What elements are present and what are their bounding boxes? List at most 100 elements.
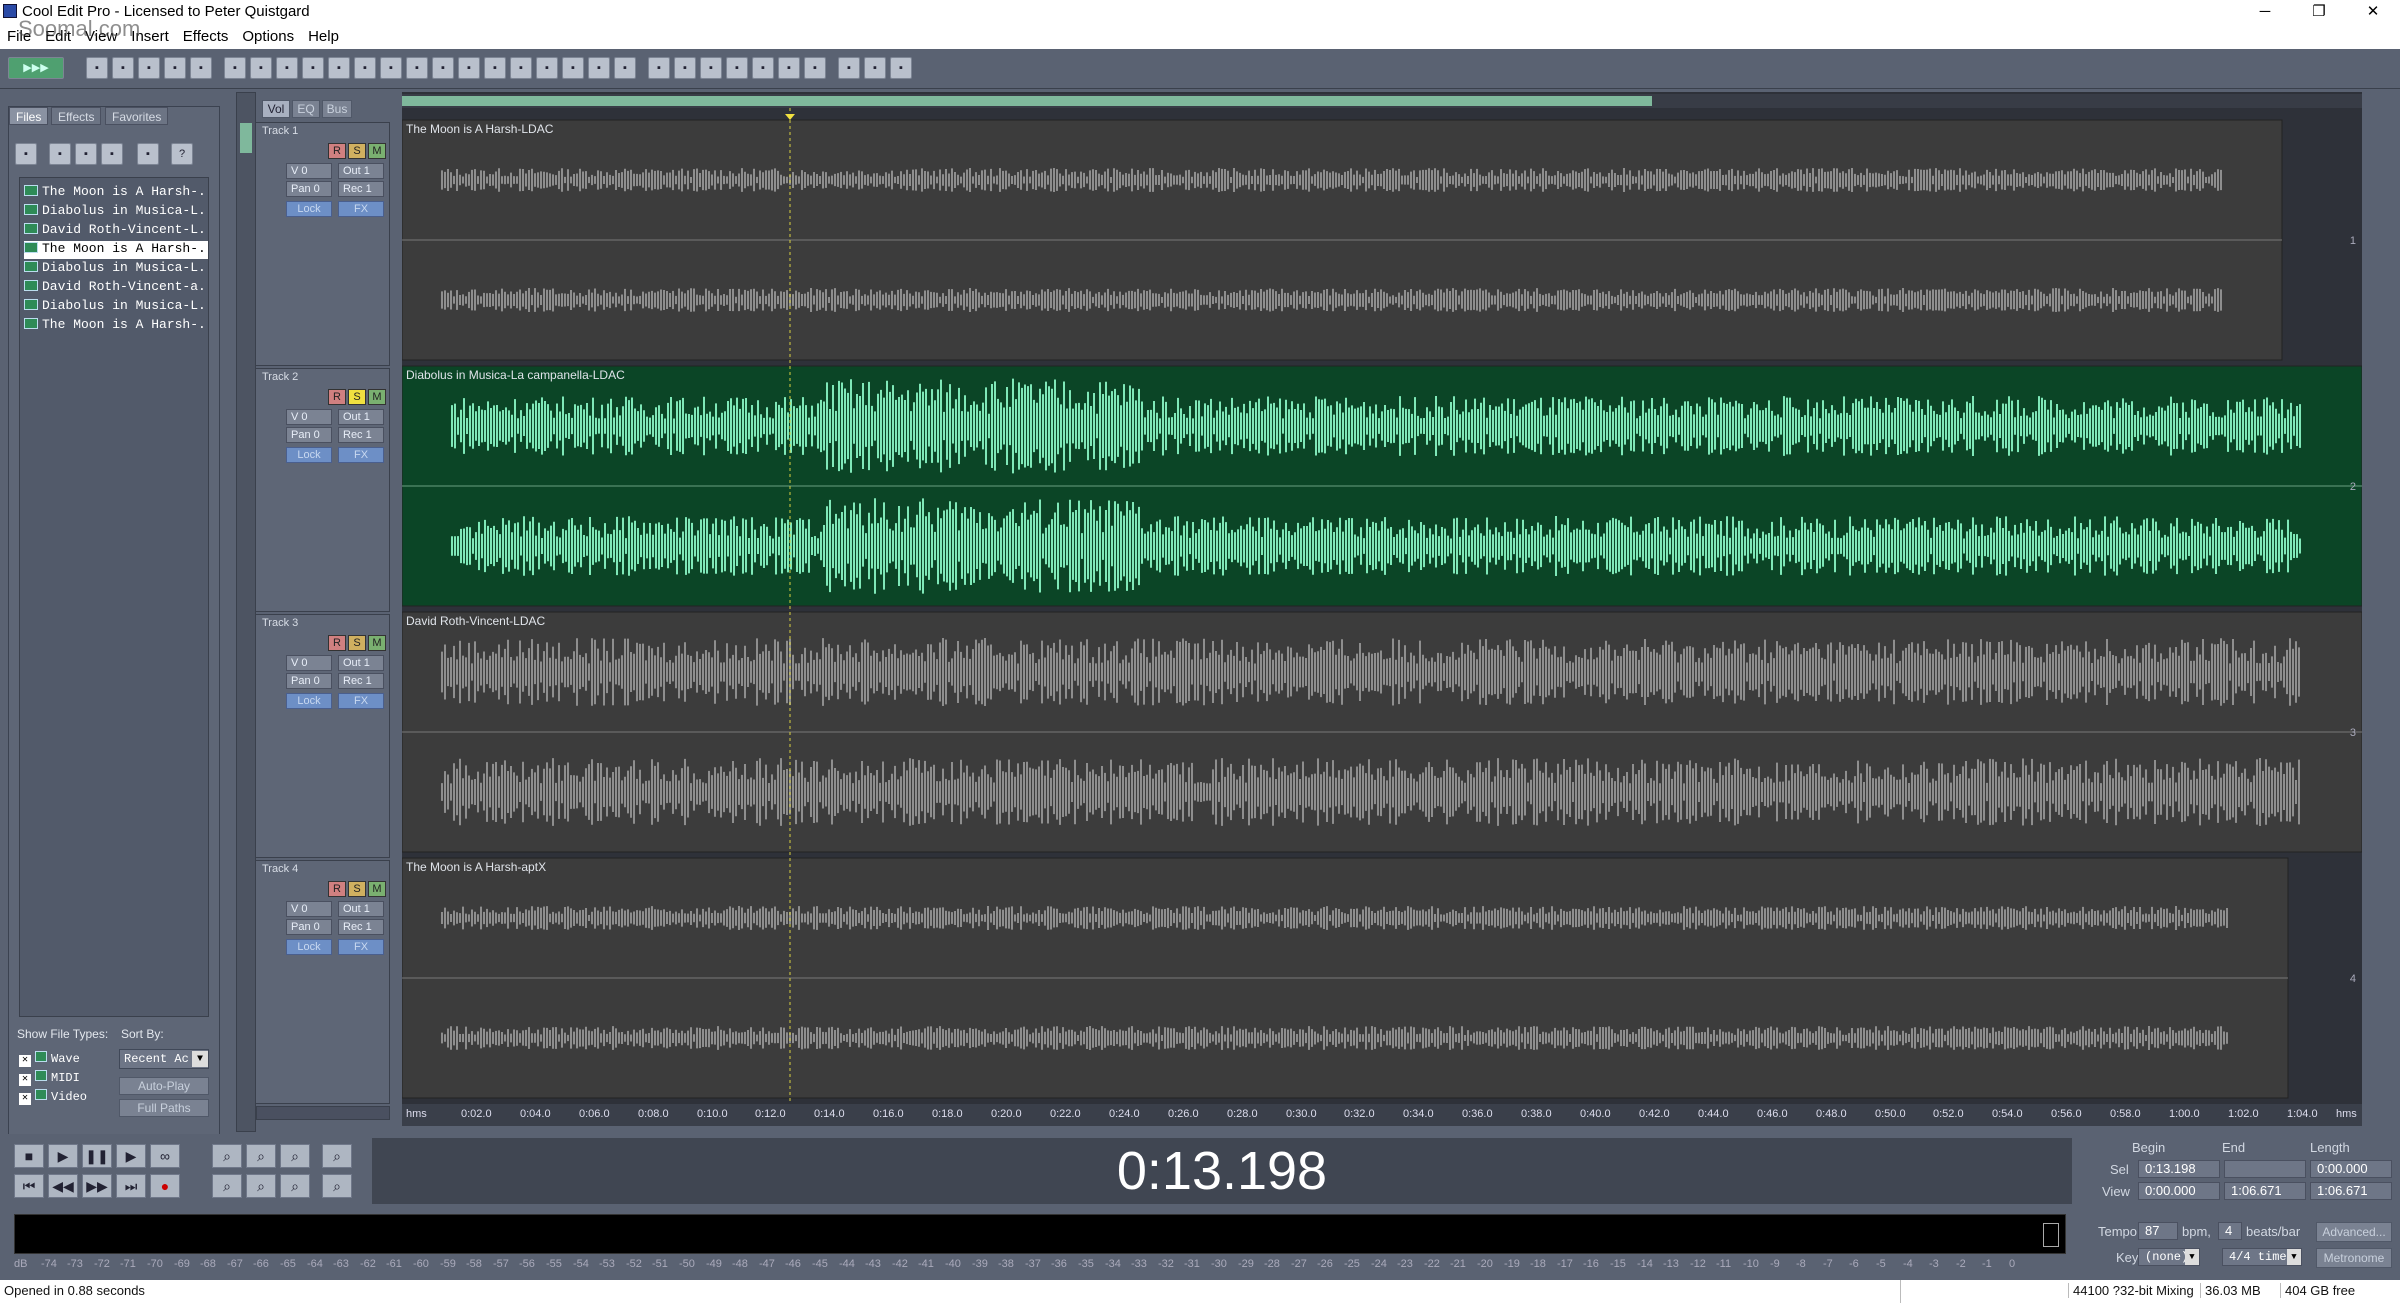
- fx-button[interactable]: FX: [338, 201, 384, 217]
- zoom-in-icon[interactable]: ⌕: [212, 1144, 242, 1168]
- lock-icon[interactable]: ▪: [614, 57, 636, 79]
- file-list-item[interactable]: Diabolus in Musica-L...: [24, 260, 208, 278]
- file-type-midi[interactable]: ✕ MIDI: [19, 1070, 80, 1086]
- checkbox-checked-icon[interactable]: ✕: [19, 1074, 31, 1086]
- mode-toggle-icon[interactable]: ▶▶▶: [8, 57, 64, 79]
- close-button[interactable]: ✕: [2346, 0, 2400, 24]
- tempo-field[interactable]: 87: [2138, 1222, 2178, 1240]
- file-list-item[interactable]: The Moon is A Harsh-...: [24, 241, 208, 259]
- delay-icon[interactable]: ▪: [674, 57, 696, 79]
- multitrack-view[interactable]: The Moon is A Harsh-LDAC 1 Diabolus in Mus…: [402, 92, 2362, 1104]
- record-button[interactable]: R: [328, 389, 346, 405]
- tab-eq[interactable]: EQ: [292, 100, 320, 118]
- settings-icon[interactable]: ▪: [137, 143, 159, 165]
- copy-icon[interactable]: ▪: [302, 57, 324, 79]
- pan-field[interactable]: Pan 0: [286, 181, 332, 197]
- properties-icon[interactable]: ▪: [101, 143, 123, 165]
- view-end-field[interactable]: 1:06.671: [2224, 1182, 2306, 1200]
- pan-field[interactable]: Pan 0: [286, 919, 332, 935]
- rewind-icon[interactable]: ◀◀: [48, 1174, 78, 1198]
- undo-icon[interactable]: ▪: [224, 57, 246, 79]
- record-icon[interactable]: ▪: [432, 57, 454, 79]
- loop-icon[interactable]: ∞: [150, 1144, 180, 1168]
- zoom-full-icon[interactable]: ⌕: [280, 1144, 310, 1168]
- fx-button[interactable]: FX: [338, 939, 384, 955]
- fx-icon[interactable]: ▪: [726, 57, 748, 79]
- lock-button[interactable]: Lock: [286, 447, 332, 463]
- wet-icon[interactable]: ▪: [700, 57, 722, 79]
- file-list-item[interactable]: Diabolus in Musica-L...: [24, 298, 208, 316]
- cut-icon[interactable]: ▪: [276, 57, 298, 79]
- help-icon[interactable]: ▪: [890, 57, 912, 79]
- zoom-in-vertical-icon[interactable]: ⌕: [212, 1174, 242, 1198]
- file-type-wave[interactable]: ✕ Wave: [19, 1051, 80, 1067]
- grid-icon[interactable]: ▪: [536, 57, 558, 79]
- track-header-1[interactable]: Track 1 RSM V 0 Out 1 Pan 0 Rec 1 Lock FX: [256, 122, 390, 366]
- menu-effects[interactable]: Effects: [176, 24, 236, 45]
- tab-favorites[interactable]: Favorites: [105, 107, 169, 125]
- mute-button[interactable]: M: [368, 881, 386, 897]
- mute-button[interactable]: M: [368, 389, 386, 405]
- record-input-field[interactable]: Rec 1: [338, 919, 384, 935]
- output-field[interactable]: Out 1: [338, 409, 384, 425]
- beats-field[interactable]: 4: [2218, 1222, 2242, 1240]
- play-to-end-icon[interactable]: ▶: [116, 1144, 146, 1168]
- go-to-end-icon[interactable]: ⏭: [116, 1174, 146, 1198]
- waveform-canvas[interactable]: [402, 92, 2362, 1104]
- save-all-icon[interactable]: ▪: [190, 57, 212, 79]
- overview-range[interactable]: [402, 96, 1652, 106]
- output-field[interactable]: Out 1: [338, 901, 384, 917]
- go-to-start-icon[interactable]: ⏮: [14, 1174, 44, 1198]
- tab-bus[interactable]: Bus: [322, 100, 352, 118]
- zoom-selection-icon[interactable]: ⌕: [322, 1144, 352, 1168]
- split-icon[interactable]: ▪: [588, 57, 610, 79]
- view-begin-field[interactable]: 0:00.000: [2138, 1182, 2220, 1200]
- reverb-icon[interactable]: ▪: [648, 57, 670, 79]
- volume-field[interactable]: V 0: [286, 409, 332, 425]
- lock-button[interactable]: Lock: [286, 939, 332, 955]
- output-field[interactable]: Out 1: [338, 655, 384, 671]
- overview-bar[interactable]: [402, 94, 2362, 108]
- track-header-2[interactable]: Track 2 RSM V 0 Out 1 Pan 0 Rec 1 Lock FX: [256, 368, 390, 612]
- cd-icon[interactable]: ▪: [864, 57, 886, 79]
- time-signature-select[interactable]: 4/4 time ▼: [2222, 1248, 2302, 1266]
- tab-vol[interactable]: Vol: [262, 100, 290, 118]
- trash-icon[interactable]: ▪: [804, 57, 826, 79]
- advanced-button[interactable]: Advanced...: [2316, 1222, 2392, 1242]
- mute-button[interactable]: M: [368, 143, 386, 159]
- fx-button[interactable]: FX: [338, 693, 384, 709]
- menu-options[interactable]: Options: [235, 24, 301, 45]
- zoom-out-vertical-icon[interactable]: ⌕: [246, 1174, 276, 1198]
- tab-files[interactable]: Files: [9, 107, 49, 125]
- solo-button[interactable]: S: [348, 143, 366, 159]
- pause-icon[interactable]: ❚❚: [82, 1144, 112, 1168]
- pan-field[interactable]: Pan 0: [286, 673, 332, 689]
- sel-end-field[interactable]: [2224, 1160, 2306, 1178]
- insert-icon[interactable]: ▪: [458, 57, 480, 79]
- volume-field[interactable]: V 0: [286, 655, 332, 671]
- help-icon[interactable]: ?: [171, 143, 193, 165]
- view-length-field[interactable]: 1:06.671: [2310, 1182, 2392, 1200]
- paste-icon[interactable]: ▪: [328, 57, 350, 79]
- record-input-field[interactable]: Rec 1: [338, 181, 384, 197]
- settings-icon[interactable]: ▪: [838, 57, 860, 79]
- volume-field[interactable]: V 0: [286, 163, 332, 179]
- close-file-icon[interactable]: ▪: [49, 143, 71, 165]
- track-header-4[interactable]: Track 4 RSM V 0 Out 1 Pan 0 Rec 1 Lock FX: [256, 860, 390, 1104]
- play-icon[interactable]: ▪: [354, 57, 376, 79]
- record-button[interactable]: R: [328, 881, 346, 897]
- record-button[interactable]: R: [328, 635, 346, 651]
- open-icon[interactable]: ▪: [112, 57, 134, 79]
- file-list[interactable]: The Moon is A Harsh-... Diabolus in Music…: [19, 177, 209, 1017]
- zoom-out-icon[interactable]: ⌕: [246, 1144, 276, 1168]
- record-icon[interactable]: ●: [150, 1174, 180, 1198]
- fx-button[interactable]: FX: [338, 447, 384, 463]
- solo-button[interactable]: S: [348, 635, 366, 651]
- file-list-item[interactable]: Diabolus in Musica-L...: [24, 203, 208, 221]
- file-list-item[interactable]: David Roth-Vincent-L...: [24, 222, 208, 240]
- save-icon[interactable]: ▪: [164, 57, 186, 79]
- track-header-scrollbar[interactable]: [256, 1106, 390, 1120]
- full-paths-button[interactable]: Full Paths: [119, 1099, 209, 1117]
- sel-length-field[interactable]: 0:00.000: [2310, 1160, 2392, 1178]
- new-icon[interactable]: ▪: [86, 57, 108, 79]
